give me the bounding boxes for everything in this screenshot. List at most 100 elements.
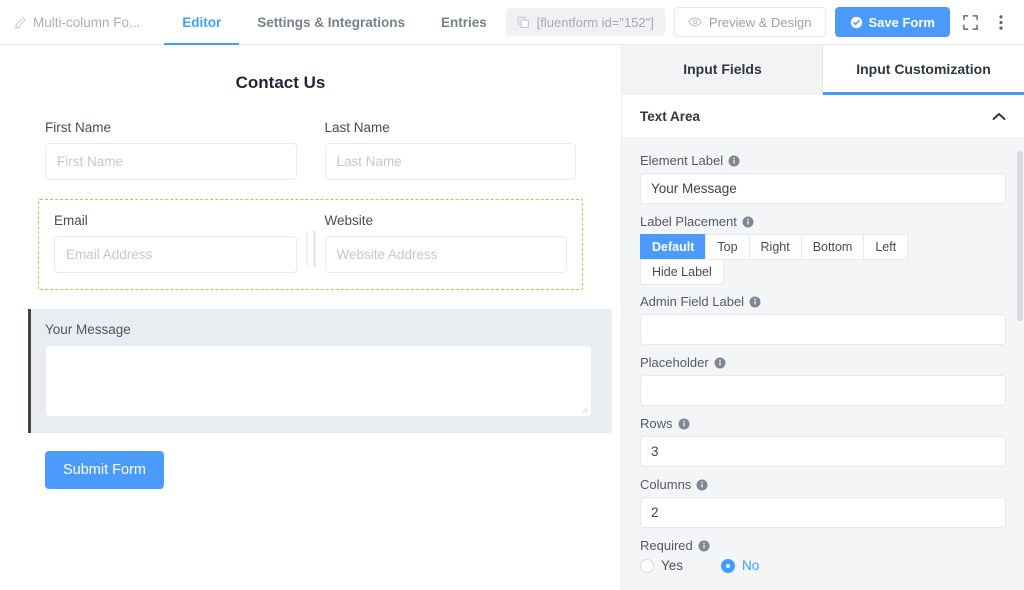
admin-field-label-input[interactable]: [640, 314, 1006, 345]
setting-label-text: Element Label: [640, 153, 723, 168]
fullscreen-icon[interactable]: [959, 10, 981, 34]
element-label-input[interactable]: [640, 173, 1006, 204]
setting-label-text: Label Placement: [640, 214, 737, 229]
panel-tabs: Input Fields Input Customization: [622, 45, 1024, 95]
setting-placeholder: Placeholder: [640, 355, 1006, 406]
required-radio-group: Yes No: [640, 558, 1006, 573]
form-row-email-website[interactable]: Email Website: [38, 199, 583, 290]
info-icon[interactable]: [728, 155, 740, 167]
shortcode-copy-field[interactable]: [fluentform id="152"]: [506, 8, 665, 36]
tab-input-customization[interactable]: Input Customization: [823, 45, 1024, 95]
field-first-name[interactable]: First Name: [45, 120, 297, 180]
top-bar: Multi-column Fo... Editor Settings & Int…: [0, 0, 1024, 45]
label-placement-option-hide-label[interactable]: Hide Label: [640, 259, 724, 285]
info-icon[interactable]: [678, 418, 690, 430]
setting-label-text: Placeholder: [640, 355, 709, 370]
more-vertical-icon[interactable]: [990, 10, 1012, 34]
setting-label-placeholder: Placeholder: [640, 355, 1006, 370]
setting-label-element-label: Element Label: [640, 153, 1006, 168]
website-input[interactable]: [325, 236, 568, 273]
setting-label-placement: Label Placement Default Top Right Bottom…: [640, 214, 1006, 284]
field-label-first-name: First Name: [45, 120, 297, 135]
field-label-your-message: Your Message: [45, 322, 592, 337]
section-title: Text Area: [640, 109, 700, 124]
setting-label-columns: Columns: [640, 477, 1006, 492]
form-canvas: Contact Us First Name Last Name: [0, 45, 622, 590]
label-placement-option-default[interactable]: Default: [640, 234, 706, 260]
panel-scrollbar[interactable]: [1017, 95, 1023, 590]
your-message-textarea[interactable]: [45, 345, 592, 417]
preview-design-label: Preview & Design: [709, 15, 812, 30]
setting-label-label-placement: Label Placement: [640, 214, 1006, 229]
field-label-email: Email: [54, 213, 297, 228]
form-row-name[interactable]: First Name Last Name: [28, 120, 593, 180]
setting-admin-field-label: Admin Field Label: [640, 294, 1006, 345]
builder-body: Contact Us First Name Last Name: [0, 45, 1024, 590]
tab-editor[interactable]: Editor: [164, 0, 239, 45]
info-icon[interactable]: [749, 296, 761, 308]
form-row-your-message[interactable]: Your Message: [28, 309, 612, 433]
rows-input[interactable]: [640, 436, 1006, 467]
info-icon[interactable]: [714, 357, 726, 369]
email-input[interactable]: [54, 236, 297, 273]
tab-entries[interactable]: Entries: [423, 0, 505, 45]
tab-input-fields[interactable]: Input Fields: [622, 45, 823, 95]
info-icon[interactable]: [742, 216, 754, 228]
chevron-up-icon[interactable]: [992, 112, 1006, 121]
field-email[interactable]: Email: [54, 213, 297, 273]
field-website[interactable]: Website: [325, 213, 568, 273]
tab-settings-integrations[interactable]: Settings & Integrations: [239, 0, 423, 45]
info-icon[interactable]: [696, 479, 708, 491]
submit-form-button[interactable]: Submit Form: [45, 451, 164, 489]
form-title[interactable]: Multi-column Fo...: [14, 15, 140, 30]
top-bar-actions: [fluentform id="152"] Preview & Design: [506, 7, 1012, 37]
form-builder-app: Multi-column Fo... Editor Settings & Int…: [0, 0, 1024, 590]
radio-icon: [640, 559, 654, 573]
column-resize-handle[interactable]: [306, 231, 315, 267]
label-placement-option-bottom[interactable]: Bottom: [801, 234, 865, 260]
settings-list: Element Label Label Placement: [622, 139, 1024, 590]
save-form-label: Save Form: [869, 15, 935, 30]
pencil-icon: [14, 16, 27, 29]
submit-button-wrapper: Submit Form: [28, 433, 593, 489]
setting-rows: Rows: [640, 416, 1006, 467]
label-placement-option-right[interactable]: Right: [749, 234, 802, 260]
form-heading: Contact Us: [28, 73, 593, 93]
field-last-name[interactable]: Last Name: [325, 120, 577, 180]
section-header-text-area[interactable]: Text Area: [622, 95, 1024, 139]
placeholder-input[interactable]: [640, 375, 1006, 406]
eye-icon: [688, 15, 702, 29]
settings-panel: Input Fields Input Customization Text Ar…: [622, 45, 1024, 590]
setting-label-required: Required: [640, 538, 1006, 553]
setting-columns: Columns: [640, 477, 1006, 528]
label-placement-button-group: Default Top Right Bottom Left: [640, 234, 1006, 259]
field-label-last-name: Last Name: [325, 120, 577, 135]
first-name-input[interactable]: [45, 143, 297, 180]
form-canvas-inner: Contact Us First Name Last Name: [0, 73, 621, 489]
required-radio-no[interactable]: No: [721, 558, 759, 573]
form-title-text: Multi-column Fo...: [33, 15, 140, 30]
copy-icon: [517, 16, 530, 29]
textarea-resize-grip-icon[interactable]: [579, 404, 589, 414]
radio-icon: [721, 559, 735, 573]
setting-label-text: Columns: [640, 477, 691, 492]
required-radio-no-label: No: [742, 558, 759, 573]
last-name-input[interactable]: [325, 143, 577, 180]
label-placement-button-group-row2: Hide Label: [640, 259, 1006, 284]
setting-label-text: Required: [640, 538, 693, 553]
panel-scrollbar-thumb[interactable]: [1017, 151, 1023, 321]
save-form-button[interactable]: Save Form: [835, 7, 950, 37]
setting-label-admin-field-label: Admin Field Label: [640, 294, 1006, 309]
required-radio-yes-label: Yes: [661, 558, 683, 573]
label-placement-option-left[interactable]: Left: [863, 234, 908, 260]
check-circle-icon: [850, 16, 863, 29]
columns-input[interactable]: [640, 497, 1006, 528]
required-radio-yes[interactable]: Yes: [640, 558, 683, 573]
shortcode-text: [fluentform id="152"]: [537, 15, 654, 30]
field-label-website: Website: [325, 213, 568, 228]
label-placement-option-top[interactable]: Top: [705, 234, 749, 260]
info-icon[interactable]: [698, 540, 710, 552]
preview-design-button[interactable]: Preview & Design: [674, 7, 826, 37]
setting-required: Required Yes No: [640, 538, 1006, 573]
setting-label-text: Admin Field Label: [640, 294, 744, 309]
